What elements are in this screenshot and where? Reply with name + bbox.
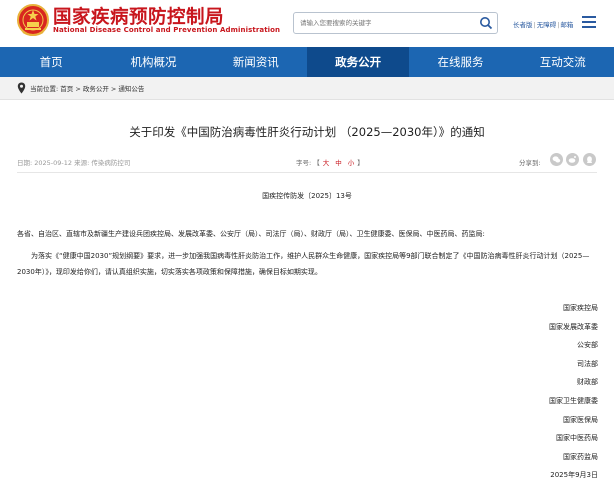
search-icon[interactable] bbox=[479, 16, 493, 30]
font-size-medium[interactable]: 中 bbox=[332, 159, 345, 167]
nav-item-interaction[interactable]: 互动交流 bbox=[512, 47, 614, 77]
search-box bbox=[293, 12, 498, 34]
signer: 国家药监局 bbox=[563, 452, 598, 461]
document-number: 国疾控传防发〔2025〕13号 bbox=[262, 192, 352, 200]
signer: 公安部 bbox=[577, 341, 598, 350]
divider bbox=[0, 99, 614, 100]
breadcrumb[interactable]: 当前位置: 首页 > 政务公开 > 通知公告 bbox=[30, 83, 144, 93]
wechat-share-icon[interactable] bbox=[550, 153, 563, 166]
nav-item-government-affairs[interactable]: 政务公开 bbox=[306, 47, 410, 77]
signers-block: 国家疾控局 国家发展改革委 公安部 司法部 财政部 国家卫生健康委 国家医保局 … bbox=[398, 299, 598, 485]
hamburger-menu-icon[interactable] bbox=[582, 16, 596, 28]
site-logo-subtitle[interactable]: National Disease Control and Prevention … bbox=[53, 26, 280, 34]
site-header: 国家疾病预防控制局 National Disease Control and P… bbox=[0, 0, 614, 47]
elder-mode-link[interactable]: 长者版 bbox=[513, 19, 533, 29]
font-size-switcher: 字号: 【大中小】 bbox=[296, 159, 364, 167]
font-size-label: 字号: bbox=[296, 159, 312, 167]
article-meta: 日期: 2025-09-12 来源: 传染病防控司 bbox=[17, 159, 131, 167]
main-nav: 首页 机构概况 新闻资讯 政务公开 在线服务 互动交流 bbox=[0, 47, 614, 77]
weibo-share-icon[interactable] bbox=[566, 153, 579, 166]
qq-share-icon[interactable] bbox=[583, 153, 596, 166]
signer: 国家疾控局 bbox=[563, 304, 598, 312]
body-paragraph: 为落实《“健康中国2030”规划纲要》要求，进一步加强我国病毒性肝炎防治工作，维… bbox=[17, 252, 590, 276]
share-label: 分享到: bbox=[519, 159, 541, 167]
location-pin-icon bbox=[17, 82, 26, 94]
meta-divider bbox=[17, 172, 597, 173]
top-links: 长者版|无障碍|邮箱 bbox=[513, 19, 574, 29]
font-size-large[interactable]: 大 bbox=[320, 159, 333, 167]
signer: 财政部 bbox=[577, 378, 598, 387]
signer: 国家医保局 bbox=[563, 415, 598, 424]
signing-date: 2025年9月3日 bbox=[550, 471, 598, 480]
search-input[interactable] bbox=[300, 15, 475, 31]
nav-item-news[interactable]: 新闻资讯 bbox=[205, 47, 307, 77]
breadcrumb-bar: 当前位置: 首页 > 政务公开 > 通知公告 bbox=[0, 77, 614, 99]
nav-item-home[interactable]: 首页 bbox=[0, 47, 102, 77]
article-title: 关于印发《中国防治病毒性肝炎行动计划 （2025—2030年）》的通知 bbox=[129, 125, 485, 139]
signer: 国家发展改革委 bbox=[549, 322, 598, 331]
signer: 国家卫生健康委 bbox=[549, 396, 598, 405]
mailbox-link[interactable]: 邮箱 bbox=[560, 19, 573, 29]
nav-item-about[interactable]: 机构概况 bbox=[102, 47, 204, 77]
accessibility-link[interactable]: 无障碍 bbox=[537, 19, 557, 29]
signer: 司法部 bbox=[577, 359, 598, 368]
signer: 国家中医药局 bbox=[556, 434, 598, 443]
national-emblem-icon[interactable] bbox=[17, 4, 49, 38]
nav-item-online-services[interactable]: 在线服务 bbox=[409, 47, 511, 77]
font-size-small[interactable]: 小 bbox=[345, 159, 358, 167]
addressee: 各省、自治区、直辖市及新疆生产建设兵团疾控局、发展改革委、公安厅（局）、司法厅（… bbox=[17, 230, 485, 238]
